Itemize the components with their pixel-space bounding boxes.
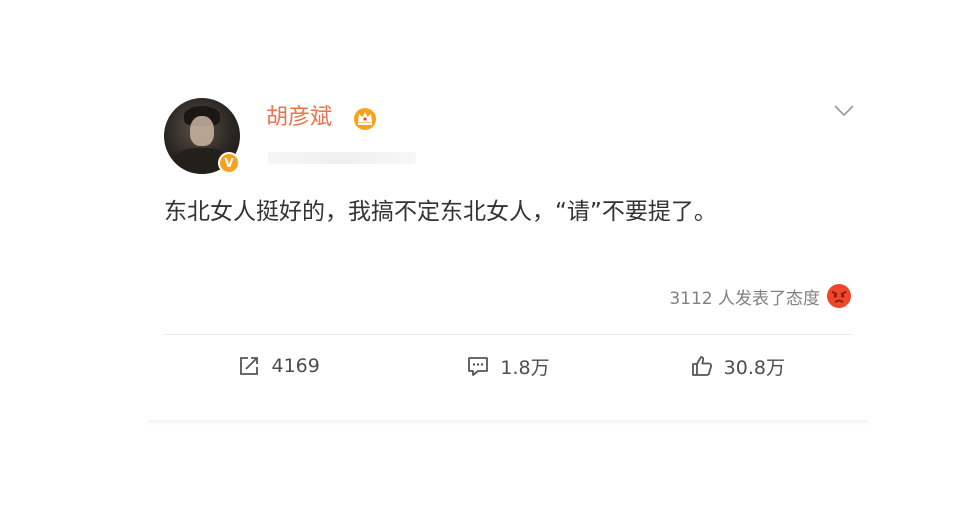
comment-icon [468, 357, 489, 376]
verified-badge-icon: V [218, 152, 240, 174]
chevron-down-icon[interactable] [834, 104, 854, 118]
repost-count: 4169 [271, 355, 320, 377]
like-button[interactable]: 30.8万 [623, 348, 852, 384]
thumbs-up-icon [691, 356, 712, 376]
reaction-count-text: 3112 人发表了态度 [669, 288, 820, 309]
repost-icon [240, 357, 259, 375]
divider [164, 334, 852, 335]
post-text: 东北女人挺好的，我搞不定东北女人，“请”不要提了。 [164, 199, 717, 225]
post-meta-blurred [268, 152, 416, 164]
action-bar: 4169 1.8万 30.8万 [164, 348, 852, 384]
like-count: 30.8万 [723, 356, 785, 379]
comment-button[interactable]: 1.8万 [393, 348, 622, 384]
crown-icon [354, 108, 376, 130]
reaction-summary[interactable]: 3112 人发表了态度 [669, 282, 852, 310]
angry-face-icon [827, 284, 851, 308]
author-name[interactable]: 胡彦斌 [266, 104, 332, 132]
weibo-post-card: V 胡彦斌 东北女人挺好的，我搞不定东北女人，“请”不要提了。 3112 人发表… [148, 60, 868, 422]
card-shadow [148, 420, 868, 426]
repost-button[interactable]: 4169 [164, 348, 393, 384]
comment-count: 1.8万 [500, 356, 550, 379]
avatar-face [190, 116, 214, 146]
